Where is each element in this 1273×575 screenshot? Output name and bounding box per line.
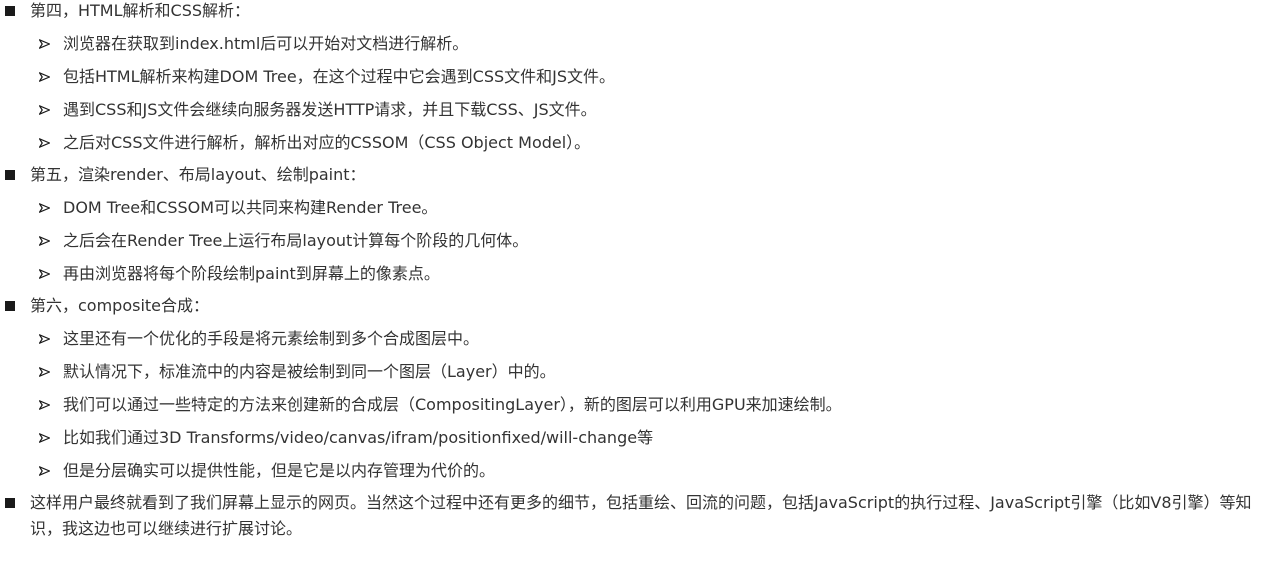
list-item: 比如我们通过3D Transforms/video/canvas/ifram/p… <box>30 425 1273 451</box>
list-item: DOM Tree和CSSOM可以共同来构建Render Tree。 <box>30 195 1273 221</box>
arrowhead-bullet-icon <box>38 326 50 352</box>
list-item-text: 这里还有一个优化的手段是将元素绘制到多个合成图层中。 <box>63 329 480 348</box>
section-heading: 第四，HTML解析和CSS解析： <box>30 1 251 20</box>
section-render-layout-paint: 第五，渲染render、布局layout、绘制paint： DOM Tree和C… <box>0 162 1273 287</box>
arrowhead-bullet-icon <box>38 261 50 287</box>
document-body: 第四，HTML解析和CSS解析： 浏览器在获取到index.html后可以开始对… <box>0 0 1273 542</box>
square-bullet-icon <box>5 301 15 311</box>
list-item-text: 包括HTML解析来构建DOM Tree，在这个过程中它会遇到CSS文件和JS文件… <box>63 67 616 86</box>
arrowhead-bullet-icon <box>38 130 50 156</box>
list-item-text: 遇到CSS和JS文件会继续向服务器发送HTTP请求，并且下载CSS、JS文件。 <box>63 100 597 119</box>
closing-paragraph: 这样用户最终就看到了我们屏幕上显示的网页。当然这个过程中还有更多的细节，包括重绘… <box>30 493 1252 538</box>
list-item: 默认情况下，标准流中的内容是被绘制到同一个图层（Layer）中的。 <box>30 359 1273 385</box>
arrowhead-bullet-icon <box>38 359 50 385</box>
list-item-text: 比如我们通过3D Transforms/video/canvas/ifram/p… <box>63 428 654 447</box>
list-item-text: 之后对CSS文件进行解析，解析出对应的CSSOM（CSS Object Mode… <box>63 133 591 152</box>
square-bullet-icon <box>5 6 15 16</box>
section-heading: 第六，composite合成： <box>30 296 210 315</box>
arrowhead-bullet-icon <box>38 228 50 254</box>
list-item-text: 浏览器在获取到index.html后可以开始对文档进行解析。 <box>63 34 469 53</box>
sub-list: 这里还有一个优化的手段是将元素绘制到多个合成图层中。 默认情况下，标准流中的内容… <box>30 326 1273 484</box>
arrowhead-bullet-icon <box>38 195 50 221</box>
square-bullet-icon <box>5 170 15 180</box>
arrowhead-bullet-icon <box>38 392 50 418</box>
list-item: 再由浏览器将每个阶段绘制paint到屏幕上的像素点。 <box>30 261 1273 287</box>
list-item-text: DOM Tree和CSSOM可以共同来构建Render Tree。 <box>63 198 438 217</box>
arrowhead-bullet-icon <box>38 64 50 90</box>
arrowhead-bullet-icon <box>38 97 50 123</box>
list-item-text: 再由浏览器将每个阶段绘制paint到屏幕上的像素点。 <box>63 264 440 283</box>
list-item: 我们可以通过一些特定的方法来创建新的合成层（CompositingLayer），… <box>30 392 1273 418</box>
list-item: 包括HTML解析来构建DOM Tree，在这个过程中它会遇到CSS文件和JS文件… <box>30 64 1273 90</box>
list-item: 之后对CSS文件进行解析，解析出对应的CSSOM（CSS Object Mode… <box>30 130 1273 156</box>
arrowhead-bullet-icon <box>38 425 50 451</box>
list-item-text: 我们可以通过一些特定的方法来创建新的合成层（CompositingLayer），… <box>63 395 842 414</box>
sub-list: DOM Tree和CSSOM可以共同来构建Render Tree。 之后会在Re… <box>30 195 1273 287</box>
list-item-text: 但是分层确实可以提供性能，但是它是以内存管理为代价的。 <box>63 461 496 480</box>
list-item: 但是分层确实可以提供性能，但是它是以内存管理为代价的。 <box>30 458 1273 484</box>
list-item: 之后会在Render Tree上运行布局layout计算每个阶段的几何体。 <box>30 228 1273 254</box>
list-item-text: 之后会在Render Tree上运行布局layout计算每个阶段的几何体。 <box>63 231 529 250</box>
section-heading: 第五，渲染render、布局layout、绘制paint： <box>30 165 366 184</box>
list-item-text: 默认情况下，标准流中的内容是被绘制到同一个图层（Layer）中的。 <box>63 362 556 381</box>
list-item: 这里还有一个优化的手段是将元素绘制到多个合成图层中。 <box>30 326 1273 352</box>
section-composite: 第六，composite合成： 这里还有一个优化的手段是将元素绘制到多个合成图层… <box>0 293 1273 484</box>
section-html-css-parsing: 第四，HTML解析和CSS解析： 浏览器在获取到index.html后可以开始对… <box>0 0 1273 156</box>
sub-list: 浏览器在获取到index.html后可以开始对文档进行解析。 包括HTML解析来… <box>30 31 1273 156</box>
arrowhead-bullet-icon <box>38 458 50 484</box>
closing-section: 这样用户最终就看到了我们屏幕上显示的网页。当然这个过程中还有更多的细节，包括重绘… <box>0 490 1273 542</box>
list-item: 浏览器在获取到index.html后可以开始对文档进行解析。 <box>30 31 1273 57</box>
square-bullet-icon <box>5 498 15 508</box>
arrowhead-bullet-icon <box>38 31 50 57</box>
list-item: 遇到CSS和JS文件会继续向服务器发送HTTP请求，并且下载CSS、JS文件。 <box>30 97 1273 123</box>
